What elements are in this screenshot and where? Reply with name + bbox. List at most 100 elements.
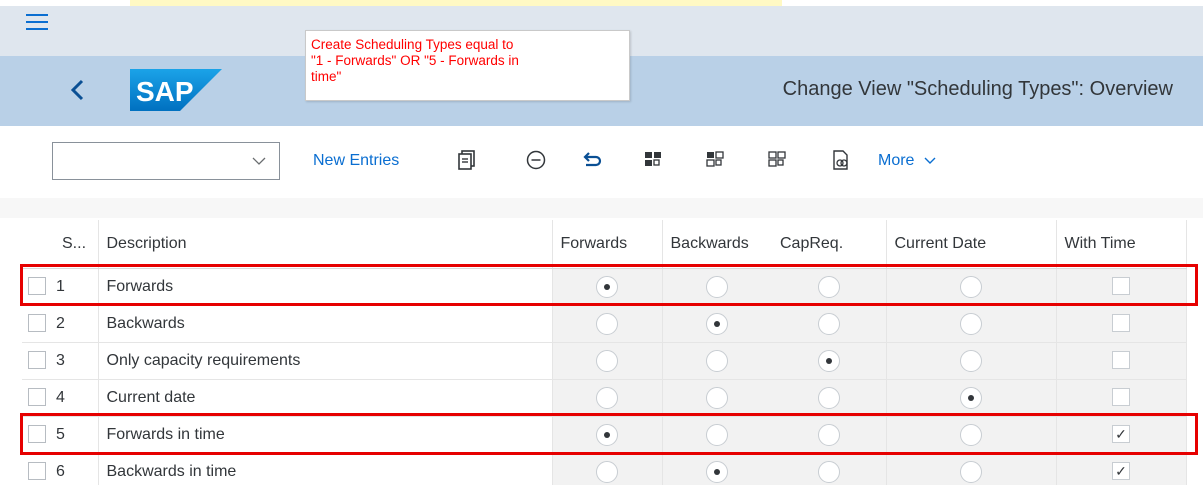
separator-band: [0, 198, 1203, 218]
radio-cell: [886, 268, 1057, 306]
radio-current-date[interactable]: [960, 312, 982, 335]
radio-capreq[interactable]: [817, 460, 840, 483]
radio-cell: [662, 268, 772, 306]
toolbar: New Entries More: [0, 126, 1203, 198]
radio-cell: [662, 379, 772, 417]
display-details-icon[interactable]: [829, 148, 853, 172]
with-time-cell: ✓: [1056, 416, 1187, 454]
row-description[interactable]: Forwards: [98, 268, 553, 306]
column-header-current-date[interactable]: Current Date: [886, 220, 1057, 269]
radio-cell: [886, 453, 1057, 485]
with-time-checkbox[interactable]: [1112, 351, 1130, 370]
radio-cell: [552, 379, 663, 417]
row-description[interactable]: Backwards in time: [98, 453, 553, 485]
radio-forwards[interactable]: [596, 275, 618, 298]
delete-icon[interactable]: [524, 148, 548, 172]
radio-forwards[interactable]: [596, 349, 618, 372]
radio-cell: [886, 305, 1057, 343]
chevron-down-icon: [252, 157, 266, 165]
select-all-icon[interactable]: [642, 148, 666, 172]
table-row[interactable]: 6 Backwards in time ✓: [22, 453, 1187, 485]
radio-cell: [552, 268, 663, 306]
table-header-row: S... Description Forwards Backwards CapR…: [22, 220, 1187, 269]
row-selector-checkbox[interactable]: [28, 314, 46, 333]
with-time-checkbox[interactable]: [1112, 277, 1130, 296]
more-button[interactable]: More: [878, 146, 937, 176]
row-description[interactable]: Backwards: [98, 305, 553, 343]
row-selector-checkbox[interactable]: [28, 462, 46, 481]
radio-capreq[interactable]: [817, 349, 840, 372]
row-selector-checkbox[interactable]: [28, 425, 46, 444]
radio-backwards[interactable]: [706, 312, 729, 335]
column-header-with-time[interactable]: With Time: [1056, 220, 1187, 269]
radio-current-date[interactable]: [960, 349, 982, 372]
table-row[interactable]: 3 Only capacity requirements: [22, 342, 1187, 380]
column-header-forwards[interactable]: Forwards: [552, 220, 663, 269]
with-time-cell: [1056, 342, 1187, 380]
row-selector-checkbox[interactable]: [28, 277, 46, 296]
with-time-checkbox[interactable]: ✓: [1112, 425, 1130, 444]
radio-forwards[interactable]: [596, 312, 618, 335]
table-row[interactable]: 2 Backwards: [22, 305, 1187, 343]
radio-cell: [886, 342, 1057, 380]
radio-current-date[interactable]: [960, 386, 982, 409]
chevron-left-icon: [70, 79, 84, 101]
row-number: 6: [50, 453, 99, 485]
radio-backwards[interactable]: [706, 275, 729, 298]
radio-current-date[interactable]: [960, 423, 982, 446]
row-selector-checkbox[interactable]: [28, 351, 46, 370]
radio-cell: [552, 305, 663, 343]
column-header-backwards[interactable]: Backwards: [662, 220, 772, 269]
radio-cell: [772, 268, 887, 306]
radio-backwards[interactable]: [706, 349, 729, 372]
radio-cell: [662, 305, 772, 343]
copy-as-icon[interactable]: [456, 148, 480, 172]
radio-cell: [662, 416, 772, 454]
radio-capreq[interactable]: [817, 386, 840, 409]
radio-backwards[interactable]: [706, 460, 729, 483]
row-selector-cell: [22, 305, 50, 343]
variant-dropdown[interactable]: [52, 142, 280, 180]
select-block-icon[interactable]: [704, 148, 728, 172]
row-selector-cell: [22, 342, 50, 380]
menu-icon[interactable]: [26, 14, 50, 34]
radio-backwards[interactable]: [706, 386, 729, 409]
row-number: 3: [50, 342, 99, 380]
table-row[interactable]: 4 Current date: [22, 379, 1187, 417]
undo-icon[interactable]: [580, 148, 604, 172]
table-row[interactable]: 5 Forwards in time ✓: [22, 416, 1187, 454]
row-selector-checkbox[interactable]: [28, 388, 46, 407]
with-time-cell: [1056, 305, 1187, 343]
table-row[interactable]: 1 Forwards: [22, 268, 1187, 306]
radio-capreq[interactable]: [817, 275, 840, 298]
radio-cell: [886, 416, 1057, 454]
deselect-all-icon[interactable]: [766, 148, 790, 172]
sap-logo: SAP: [130, 69, 222, 111]
with-time-checkbox[interactable]: ✓: [1112, 462, 1130, 481]
with-time-checkbox[interactable]: [1112, 314, 1130, 333]
radio-backwards[interactable]: [706, 423, 729, 446]
annotation-line: "1 - Forwards" OR "5 - Forwards in: [311, 53, 519, 68]
radio-cell: [772, 342, 887, 380]
radio-forwards[interactable]: [596, 386, 618, 409]
column-header-status[interactable]: S...: [50, 220, 99, 269]
radio-cell: [772, 305, 887, 343]
back-button[interactable]: [62, 73, 96, 107]
new-entries-button[interactable]: New Entries: [313, 146, 399, 176]
row-number: 5: [50, 416, 99, 454]
column-header-capreq[interactable]: CapReq.: [772, 220, 887, 269]
radio-capreq[interactable]: [817, 423, 840, 446]
with-time-checkbox[interactable]: [1112, 388, 1130, 407]
radio-capreq[interactable]: [817, 312, 840, 335]
row-number: 1: [50, 268, 99, 306]
radio-forwards[interactable]: [596, 423, 618, 446]
radio-cell: [552, 453, 663, 485]
row-description[interactable]: Only capacity requirements: [98, 342, 553, 380]
radio-forwards[interactable]: [596, 460, 618, 483]
column-header-description[interactable]: Description: [98, 220, 553, 269]
row-description[interactable]: Forwards in time: [98, 416, 553, 454]
radio-current-date[interactable]: [960, 275, 982, 298]
more-label: More: [878, 152, 915, 169]
row-description[interactable]: Current date: [98, 379, 553, 417]
radio-current-date[interactable]: [960, 460, 982, 483]
